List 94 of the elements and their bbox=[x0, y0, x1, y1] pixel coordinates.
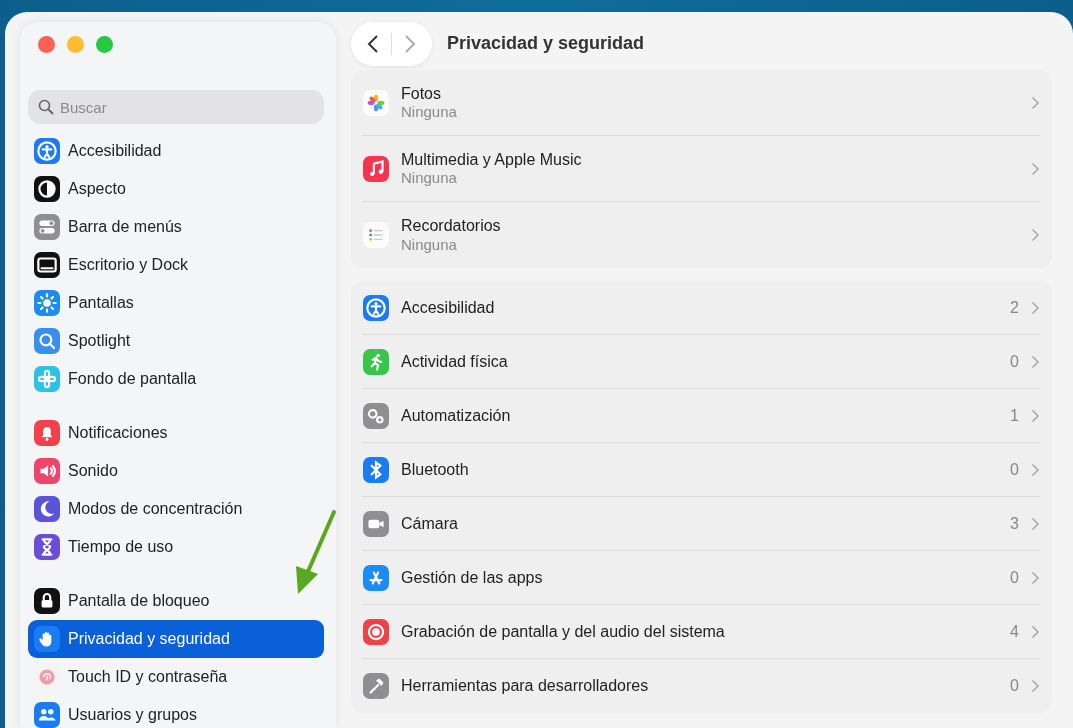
sidebar-item-label: Touch ID y contraseña bbox=[68, 667, 228, 687]
sidebar-item-label: Spotlight bbox=[68, 331, 131, 351]
hammer-icon bbox=[363, 673, 389, 699]
sidebar-item-label: Notificaciones bbox=[68, 423, 168, 443]
music-note-icon bbox=[363, 155, 389, 182]
sidebar-item-label: Barra de menús bbox=[68, 217, 182, 237]
sidebar-item-label: Pantallas bbox=[68, 293, 134, 313]
chevron-icon[interactable] bbox=[1031, 679, 1040, 693]
sidebar-item[interactable]: Usuarios y grupos bbox=[28, 696, 324, 728]
runner-icon bbox=[363, 348, 389, 375]
chevron-icon[interactable] bbox=[1031, 570, 1040, 585]
search-icon bbox=[38, 99, 54, 115]
sidebar-item[interactable]: Privacidad y seguridad bbox=[28, 620, 324, 658]
row-title: Gestión de las apps bbox=[401, 567, 544, 588]
search-field[interactable]: Buscar bbox=[28, 90, 324, 124]
bluetooth-icon bbox=[363, 456, 389, 483]
sidebar-item[interactable]: Accesibilidad bbox=[28, 132, 324, 170]
sidebar-item[interactable]: Sonido bbox=[28, 452, 324, 490]
row-title: Accesibilidad bbox=[401, 297, 496, 318]
row-count: 3 bbox=[1010, 513, 1019, 534]
row-subtitle: Ninguna bbox=[401, 235, 458, 254]
search-icon bbox=[34, 328, 60, 354]
window-title: Privacidad y seguridad bbox=[447, 33, 645, 55]
sidebar-item-label: Tiempo de uso bbox=[68, 537, 174, 557]
list-icon bbox=[363, 222, 389, 248]
flower-icon bbox=[363, 89, 389, 116]
speaker-icon bbox=[34, 458, 60, 484]
sidebar-item[interactable]: Tiempo de uso bbox=[28, 528, 324, 566]
sidebar-item[interactable]: Fondo de pantalla bbox=[28, 360, 324, 398]
chevron-icon[interactable] bbox=[1031, 228, 1040, 242]
sidebar-item[interactable]: Barra de menús bbox=[28, 208, 324, 246]
chevron-icon[interactable] bbox=[1031, 624, 1040, 639]
bell-icon bbox=[34, 420, 60, 446]
sidebar-item-label: Accesibilidad bbox=[68, 141, 162, 161]
sun-icon bbox=[34, 290, 60, 316]
chevron-icon[interactable] bbox=[1031, 95, 1040, 110]
sidebar-item-label: Escritorio y Dock bbox=[68, 255, 189, 275]
display-icon bbox=[34, 252, 60, 278]
row-title: Herramientas para desarrolladores bbox=[401, 676, 650, 696]
row-title: Automatización bbox=[401, 405, 512, 426]
sidebar-item[interactable]: Pantalla de bloqueo bbox=[28, 582, 324, 620]
row-count: 0 bbox=[1010, 567, 1019, 588]
contrast-icon bbox=[34, 176, 60, 202]
row-count: 0 bbox=[1010, 676, 1019, 696]
minimize-button[interactable] bbox=[67, 36, 84, 53]
camera-icon bbox=[363, 510, 389, 537]
chevron-left-icon bbox=[367, 34, 379, 54]
sidebar-item-label: Aspecto bbox=[68, 179, 126, 199]
row-count: 4 bbox=[1010, 621, 1019, 642]
sidebar-item-label: Privacidad y seguridad bbox=[68, 629, 230, 649]
row-count: 0 bbox=[1010, 459, 1019, 480]
hourglass-icon bbox=[34, 534, 60, 560]
sidebar-item[interactable]: Modos de concentración bbox=[28, 490, 324, 528]
row-title: Multimedia y Apple Music bbox=[401, 149, 583, 170]
row-title: Grabación de pantalla y del audio del sistema bbox=[401, 621, 726, 642]
person-icon bbox=[34, 138, 60, 164]
sidebar-item[interactable]: Notificaciones bbox=[28, 414, 324, 452]
chevron-icon[interactable] bbox=[1031, 354, 1040, 369]
sidebar-item[interactable]: Pantallas bbox=[28, 284, 324, 322]
record-icon bbox=[363, 618, 389, 645]
row-count: 2 bbox=[1010, 297, 1019, 318]
moon-icon bbox=[34, 496, 60, 522]
row-subtitle: Ninguna bbox=[401, 169, 458, 188]
row-count: 0 bbox=[1010, 351, 1019, 372]
chevron-icon[interactable] bbox=[1031, 300, 1040, 315]
sidebar-item-label: Modos de concentración bbox=[68, 499, 243, 519]
row-subtitle: Ninguna bbox=[401, 103, 458, 122]
sidebar-item[interactable]: Spotlight bbox=[28, 322, 324, 360]
person-icon bbox=[363, 294, 389, 321]
chevron-icon[interactable] bbox=[1031, 516, 1040, 531]
row-title: Fotos bbox=[401, 83, 442, 104]
hand-icon bbox=[34, 626, 60, 652]
sidebar-item-label: Fondo de pantalla bbox=[68, 369, 197, 389]
chevron-icon[interactable] bbox=[1031, 161, 1040, 176]
toggle-icon bbox=[34, 214, 60, 240]
chevron-right-icon bbox=[404, 34, 416, 54]
chevron-icon[interactable] bbox=[1031, 462, 1040, 477]
flower-icon bbox=[34, 366, 60, 392]
sidebar-item[interactable]: Escritorio y Dock bbox=[28, 246, 324, 284]
chevron-icon[interactable] bbox=[1031, 408, 1040, 423]
sidebar-item-label: Usuarios y grupos bbox=[68, 705, 197, 725]
row-title: Recordatorios bbox=[401, 216, 502, 236]
sidebar-item[interactable]: Touch ID y contraseña bbox=[28, 658, 324, 696]
row-title: Actividad física bbox=[401, 351, 509, 372]
zoom-button[interactable] bbox=[96, 36, 113, 53]
row-title: Cámara bbox=[401, 513, 459, 534]
lock-icon bbox=[34, 588, 60, 614]
row-title: Bluetooth bbox=[401, 459, 470, 480]
sidebar-item-label: Pantalla de bloqueo bbox=[68, 591, 210, 611]
row-count: 1 bbox=[1010, 405, 1019, 426]
sidebar-item[interactable]: Aspecto bbox=[28, 170, 324, 208]
gear-icon bbox=[363, 402, 389, 429]
close-button[interactable] bbox=[38, 36, 55, 53]
sidebar-item-label: Sonido bbox=[68, 461, 118, 481]
